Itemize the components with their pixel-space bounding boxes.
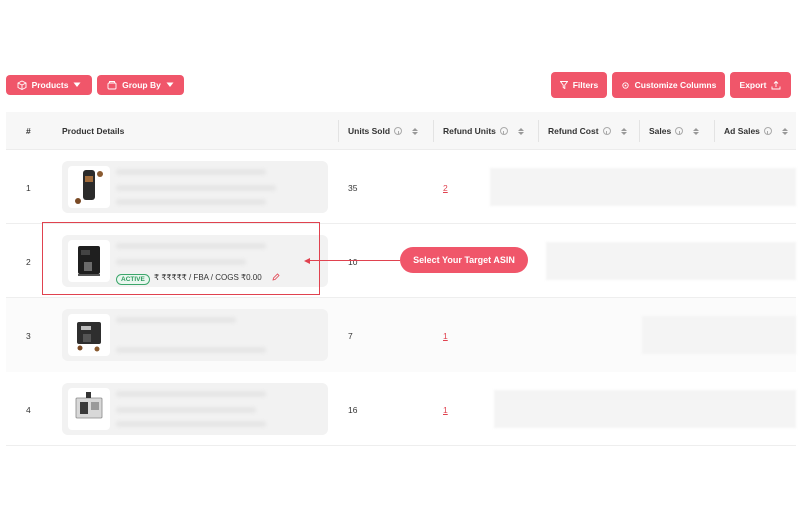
refund-units-link[interactable]: 1	[443, 331, 448, 341]
units-sold-value: 35	[348, 183, 358, 193]
sort-icon[interactable]	[412, 127, 419, 135]
column-divider	[639, 120, 640, 142]
export-label: Export	[739, 80, 767, 90]
header-refund-cost[interactable]: Refund Cost	[548, 112, 627, 150]
column-divider	[714, 120, 715, 142]
product-card[interactable]	[62, 161, 328, 213]
customize-columns-button[interactable]: Customize Columns	[612, 72, 725, 98]
products-dropdown-button[interactable]: Products	[6, 75, 92, 95]
units-sold-value: 16	[348, 405, 358, 415]
blurred-title	[116, 169, 266, 175]
table-row[interactable]: 4 16 1	[6, 372, 796, 446]
table-row[interactable]: 3 7 1	[6, 298, 796, 372]
row-index: 4	[26, 405, 31, 415]
header-ad-sales[interactable]: Ad Sales	[724, 112, 788, 150]
box-icon	[17, 80, 27, 90]
group-by-label: Group By	[122, 80, 161, 90]
row-index: 2	[26, 257, 31, 267]
refund-units-link[interactable]: 2	[443, 183, 448, 193]
header-sales[interactable]: Sales	[649, 112, 700, 150]
header-index: #	[26, 126, 31, 136]
sort-icon[interactable]	[693, 127, 700, 135]
upload-icon	[772, 80, 781, 90]
blurred-title	[116, 317, 236, 323]
caret-down-icon	[166, 82, 174, 87]
product-card[interactable]	[62, 383, 328, 435]
units-sold-value: 7	[348, 331, 353, 341]
units-sold-value: 10	[348, 257, 358, 267]
products-label: Products	[31, 80, 69, 90]
product-thumbnail	[68, 314, 110, 356]
table-header: # Product Details Units Sold Refund Unit…	[6, 112, 796, 150]
group-by-dropdown-button[interactable]: Group By	[97, 75, 184, 95]
customize-columns-label: Customize Columns	[634, 80, 717, 90]
blurred-sku	[116, 407, 256, 413]
export-button[interactable]: Export	[730, 72, 791, 98]
info-icon	[602, 127, 611, 135]
arrow-left-icon	[304, 257, 310, 264]
blurred-title	[116, 391, 266, 397]
row-index: 1	[26, 183, 31, 193]
sort-icon[interactable]	[781, 127, 788, 135]
callout-arrow-line	[306, 260, 400, 261]
info-icon	[675, 127, 684, 135]
row-index: 3	[26, 331, 31, 341]
toolbar: Products Group By Filters Customize Colu…	[0, 72, 800, 100]
blurred-meta	[116, 421, 266, 427]
blurred-metrics	[490, 168, 796, 206]
blurred-metrics	[546, 242, 796, 280]
blurred-sku	[116, 185, 276, 191]
product-thumbnail	[68, 166, 110, 208]
header-refund-units[interactable]: Refund Units	[443, 112, 524, 150]
blurred-meta	[116, 347, 266, 353]
column-divider	[338, 120, 339, 142]
info-icon	[394, 127, 403, 135]
filters-button[interactable]: Filters	[551, 72, 607, 98]
blurred-metrics	[642, 316, 796, 354]
caret-down-icon	[73, 82, 81, 87]
product-thumbnail	[68, 388, 110, 430]
product-card[interactable]	[62, 309, 328, 361]
column-divider	[538, 120, 539, 142]
gear-icon	[621, 81, 629, 89]
header-product-details: Product Details	[62, 126, 125, 136]
select-target-asin-callout: Select Your Target ASIN	[400, 247, 528, 273]
filters-label: Filters	[572, 80, 599, 90]
filter-icon	[559, 81, 568, 89]
blurred-metrics	[494, 390, 796, 428]
sort-icon[interactable]	[517, 127, 524, 135]
layers-icon	[107, 81, 117, 90]
column-divider	[433, 120, 434, 142]
info-icon	[763, 127, 772, 135]
refund-units-link[interactable]: 1	[443, 405, 448, 415]
header-units-sold[interactable]: Units Sold	[348, 112, 419, 150]
blurred-meta	[116, 199, 266, 205]
table-row[interactable]: 1 35 2	[6, 150, 796, 224]
target-asin-highlight	[42, 222, 320, 295]
sort-icon[interactable]	[620, 127, 627, 135]
info-icon	[499, 127, 508, 135]
